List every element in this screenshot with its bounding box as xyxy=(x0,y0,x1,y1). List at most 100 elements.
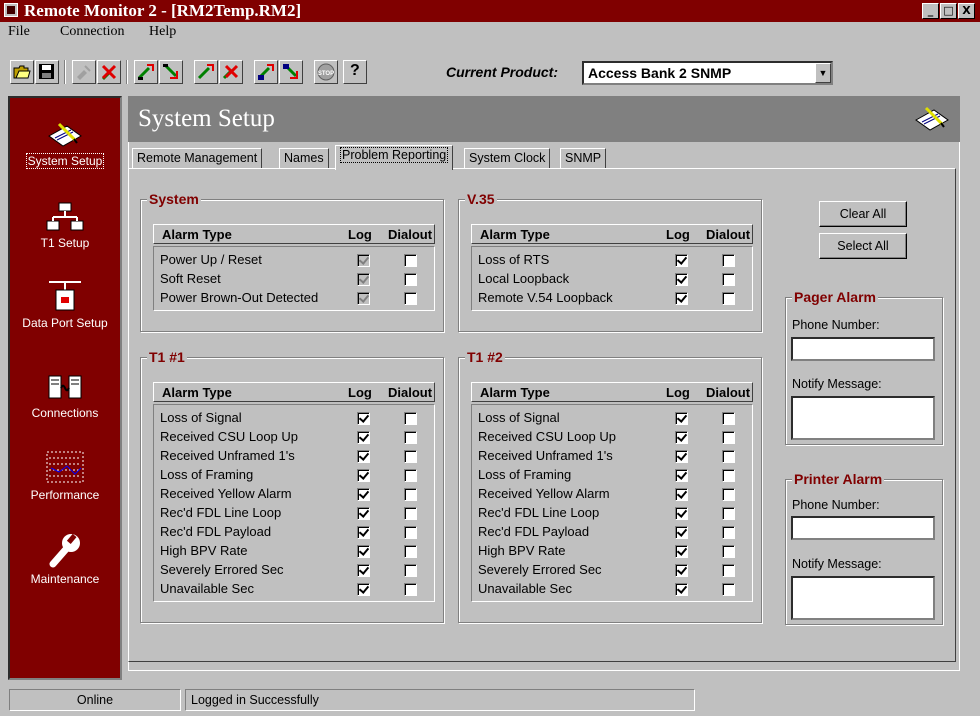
log-checkbox[interactable] xyxy=(675,488,688,501)
dialout-checkbox[interactable] xyxy=(722,254,735,267)
dialout-checkbox[interactable] xyxy=(404,254,417,267)
log-checkbox[interactable] xyxy=(357,526,370,539)
help-button[interactable]: ? xyxy=(343,60,367,84)
dialout-checkbox[interactable] xyxy=(722,412,735,425)
log-checkbox[interactable] xyxy=(357,273,370,286)
column-alarm-type: Alarm Type xyxy=(480,227,550,242)
menu-help[interactable]: Help xyxy=(149,24,176,40)
menu-file[interactable]: File xyxy=(8,24,30,40)
restore-button[interactable]: □ xyxy=(940,3,957,19)
connect-button[interactable] xyxy=(72,60,96,84)
dialout-checkbox[interactable] xyxy=(404,583,417,596)
log-checkbox[interactable] xyxy=(675,545,688,558)
dialout-checkbox[interactable] xyxy=(722,564,735,577)
sidebar-item-maintenance[interactable]: Maintenance xyxy=(10,532,120,586)
title-bar[interactable]: Remote Monitor 2 - [RM2Temp.RM2] _ □ X xyxy=(0,0,980,22)
app-icon[interactable] xyxy=(4,3,18,17)
toolbar-separator xyxy=(126,60,128,84)
minimize-button[interactable]: _ xyxy=(922,3,939,19)
log-checkbox[interactable] xyxy=(675,254,688,267)
log-checkbox[interactable] xyxy=(357,583,370,596)
dialout-checkbox[interactable] xyxy=(722,583,735,596)
log-checkbox[interactable] xyxy=(357,545,370,558)
disconnect-button[interactable] xyxy=(97,60,121,84)
dialout-checkbox[interactable] xyxy=(404,273,417,286)
pager-message-field[interactable] xyxy=(791,396,935,440)
table-row: Received CSU Loop Up xyxy=(472,428,752,447)
current-product-select[interactable]: Access Bank 2 SNMP ▼ xyxy=(582,61,833,85)
log-checkbox[interactable] xyxy=(675,412,688,425)
tab-problem-reporting[interactable]: Problem Reporting xyxy=(335,145,454,170)
dialout-checkbox[interactable] xyxy=(404,412,417,425)
t1-2-alarm-group: T1 #2 Alarm Type Log Dialout Loss of Signal R… xyxy=(458,349,762,623)
tab-names[interactable]: Names xyxy=(279,148,329,169)
log-checkbox[interactable] xyxy=(357,292,370,305)
clear-all-button[interactable]: Clear All xyxy=(819,201,907,227)
log-checkbox[interactable] xyxy=(675,583,688,596)
sidebar-item-t1-setup[interactable]: T1 Setup xyxy=(10,202,120,250)
dialout-checkbox[interactable] xyxy=(722,469,735,482)
printer-phone-field[interactable] xyxy=(791,516,935,540)
dialout-checkbox[interactable] xyxy=(404,488,417,501)
open-button[interactable] xyxy=(10,60,34,84)
dialout-checkbox[interactable] xyxy=(404,450,417,463)
dialout-checkbox[interactable] xyxy=(722,450,735,463)
sidebar-item-data-port-setup[interactable]: Data Port Setup xyxy=(10,278,120,330)
menu-connection[interactable]: Connection xyxy=(60,24,125,40)
log-checkbox[interactable] xyxy=(675,526,688,539)
pager-phone-field[interactable] xyxy=(791,337,935,361)
dialout-checkbox[interactable] xyxy=(404,292,417,305)
upload-stats-button[interactable] xyxy=(194,60,218,84)
dialout-checkbox[interactable] xyxy=(722,273,735,286)
send-button[interactable] xyxy=(254,60,278,84)
tab-system-clock[interactable]: System Clock xyxy=(464,148,551,169)
dialout-checkbox[interactable] xyxy=(722,526,735,539)
log-checkbox[interactable] xyxy=(675,564,688,577)
upload-config-button[interactable] xyxy=(134,60,158,84)
dialout-checkbox[interactable] xyxy=(404,507,417,520)
log-checkbox[interactable] xyxy=(357,254,370,267)
sidebar-item-label: Connections xyxy=(31,406,99,420)
dialout-checkbox[interactable] xyxy=(404,431,417,444)
save-button[interactable] xyxy=(35,60,59,84)
log-checkbox[interactable] xyxy=(675,507,688,520)
dialout-checkbox[interactable] xyxy=(722,292,735,305)
close-button[interactable]: X xyxy=(958,3,975,19)
log-checkbox[interactable] xyxy=(357,488,370,501)
log-checkbox[interactable] xyxy=(357,507,370,520)
tab-snmp[interactable]: SNMP xyxy=(560,148,607,169)
clear-stats-button[interactable] xyxy=(219,60,243,84)
sidebar-item-performance[interactable]: Performance xyxy=(10,450,120,502)
log-checkbox[interactable] xyxy=(675,292,688,305)
dialout-checkbox[interactable] xyxy=(722,545,735,558)
table-row: Remote V.54 Loopback xyxy=(472,289,752,308)
log-checkbox[interactable] xyxy=(675,469,688,482)
dialout-checkbox[interactable] xyxy=(722,507,735,520)
chevron-down-icon[interactable]: ▼ xyxy=(815,63,831,83)
log-checkbox[interactable] xyxy=(357,431,370,444)
log-checkbox[interactable] xyxy=(675,450,688,463)
log-checkbox[interactable] xyxy=(675,431,688,444)
sidebar-item-system-setup[interactable]: System Setup xyxy=(10,118,120,169)
log-checkbox[interactable] xyxy=(357,450,370,463)
printer-message-field[interactable] xyxy=(791,576,935,620)
table-row: Rec'd FDL Line Loop xyxy=(154,504,434,523)
pager-message-label: Notify Message: xyxy=(792,377,882,391)
log-checkbox[interactable] xyxy=(357,412,370,425)
dialout-checkbox[interactable] xyxy=(404,526,417,539)
log-checkbox[interactable] xyxy=(357,469,370,482)
receive-button[interactable] xyxy=(279,60,303,84)
dialout-checkbox[interactable] xyxy=(404,545,417,558)
select-all-button[interactable]: Select All xyxy=(819,233,907,259)
dialout-checkbox[interactable] xyxy=(404,469,417,482)
sidebar-item-label: System Setup xyxy=(25,153,105,169)
log-checkbox[interactable] xyxy=(357,564,370,577)
sidebar-item-connections[interactable]: Connections xyxy=(10,370,120,420)
stop-button[interactable]: STOP xyxy=(314,60,338,84)
log-checkbox[interactable] xyxy=(675,273,688,286)
tab-remote-management[interactable]: Remote Management xyxy=(132,148,263,169)
download-config-button[interactable] xyxy=(159,60,183,84)
dialout-checkbox[interactable] xyxy=(404,564,417,577)
dialout-checkbox[interactable] xyxy=(722,431,735,444)
dialout-checkbox[interactable] xyxy=(722,488,735,501)
